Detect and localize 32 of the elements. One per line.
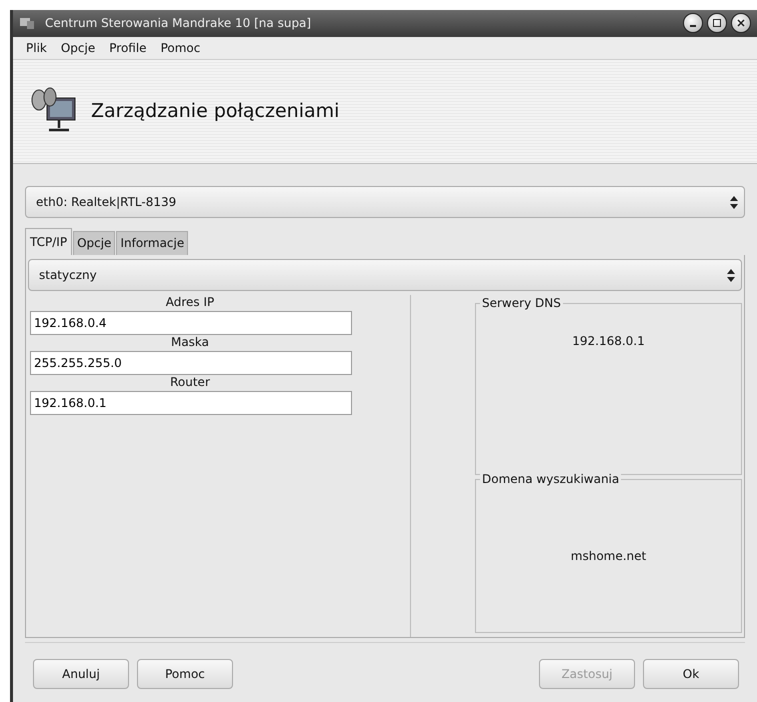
menu-item[interactable]: Profile xyxy=(102,40,154,55)
input-field[interactable]: 192.168.0.4 xyxy=(30,311,352,335)
group-title: Serwery DNS xyxy=(480,296,563,310)
tab[interactable]: TCP/IP xyxy=(25,228,72,255)
tab[interactable]: Opcje xyxy=(73,231,116,255)
field-label: Adres IP xyxy=(164,295,216,311)
dialog-button[interactable]: Ok xyxy=(643,659,739,689)
window-title: Centrum Sterowania Mandrake 10 [na supa] xyxy=(45,16,312,30)
field-label: Maska xyxy=(170,335,210,351)
menu-item[interactable]: Plik xyxy=(19,40,54,55)
tab[interactable]: Informacje xyxy=(116,231,188,255)
field-label: Router xyxy=(169,375,211,391)
dialog-button[interactable]: Pomoc xyxy=(137,659,233,689)
app-icon xyxy=(19,16,35,30)
maximize-button[interactable] xyxy=(707,13,727,34)
group-title: Domena wyszukiwania xyxy=(480,472,622,486)
input-field[interactable]: 255.255.255.0 xyxy=(30,351,352,375)
menu-item[interactable]: Pomoc xyxy=(154,40,208,55)
maximize-icon xyxy=(713,19,721,28)
page-title: Zarządzanie połączeniami xyxy=(91,100,340,122)
updown-arrow-icon xyxy=(727,268,735,282)
input-field[interactable]: 192.168.0.1 xyxy=(30,391,352,415)
interface-dropdown[interactable]: eth0: Realtek|RTL-8139 xyxy=(25,186,745,218)
group-value: 192.168.0.1 xyxy=(572,334,645,348)
close-icon xyxy=(737,19,745,28)
updown-arrow-icon xyxy=(730,196,738,208)
dialog-button[interactable]: Anuluj xyxy=(33,659,129,689)
close-button[interactable] xyxy=(731,13,751,34)
menu-item[interactable]: Opcje xyxy=(54,40,102,55)
mode-dropdown[interactable]: statyczny xyxy=(28,259,742,291)
minimize-button[interactable] xyxy=(683,13,703,34)
group-value: mshome.net xyxy=(570,549,646,563)
